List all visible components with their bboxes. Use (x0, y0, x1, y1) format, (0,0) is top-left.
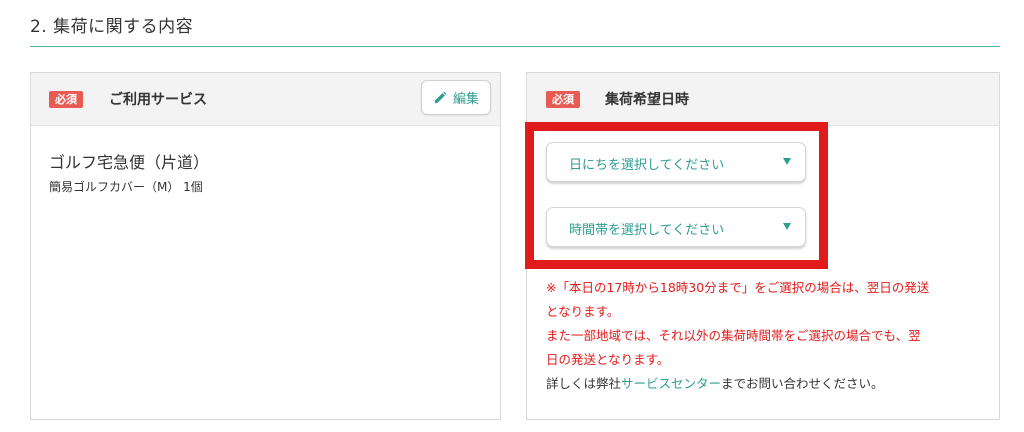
pickup-card-heading: 集荷希望日時 (605, 92, 689, 108)
date-select[interactable]: 日にちを選択してください (546, 142, 806, 182)
pickup-note-line: 日の発送となります。 (546, 352, 670, 367)
time-select-value: 時間帯を選択してください (569, 223, 725, 238)
service-center-link[interactable]: サービスセンター (621, 376, 721, 391)
time-select[interactable]: 時間帯を選択してください (546, 207, 806, 247)
required-badge: 必須 (49, 91, 83, 108)
date-select-value: 日にちを選択してください (569, 158, 725, 173)
section-divider (30, 46, 1000, 47)
contact-suffix: までお問い合わせください。 (721, 376, 884, 391)
edit-button-label: 編集 (452, 92, 479, 107)
triangle-down-icon (783, 223, 791, 230)
contact-prefix: 詳しくは弊社 (546, 376, 622, 391)
pickup-note-line: となります。 (546, 304, 620, 319)
pickup-note-line: ※「本日の17時から18時30分まで」をご選択の場合は、翌日の発送 (546, 280, 930, 295)
triangle-down-icon (783, 158, 791, 165)
service-name: ゴルフ宅急便（片道） (49, 153, 210, 172)
pickup-card-header: 必須 集荷希望日時 (527, 73, 999, 126)
service-detail: 簡易ゴルフカバー（M） 1個 (49, 180, 203, 194)
required-badge: 必須 (546, 91, 580, 108)
service-card-header: 必須 ご利用サービス 編集 (31, 73, 500, 126)
service-card-heading: ご利用サービス (109, 92, 207, 108)
service-card: 必須 ご利用サービス 編集 ゴルフ宅急便（片道） 簡易ゴルフカバー（M） 1個 (30, 72, 501, 420)
edit-button[interactable]: 編集 (421, 80, 491, 115)
contact-note: 詳しくは弊社サービスセンターまでお問い合わせください。 (546, 372, 986, 396)
section-title: 2. 集荷に関する内容 (30, 17, 194, 37)
pencil-icon (434, 91, 447, 103)
pickup-note-line: また一部地域では、それ以外の集荷時間帯をご選択の場合でも、翌 (546, 328, 921, 343)
